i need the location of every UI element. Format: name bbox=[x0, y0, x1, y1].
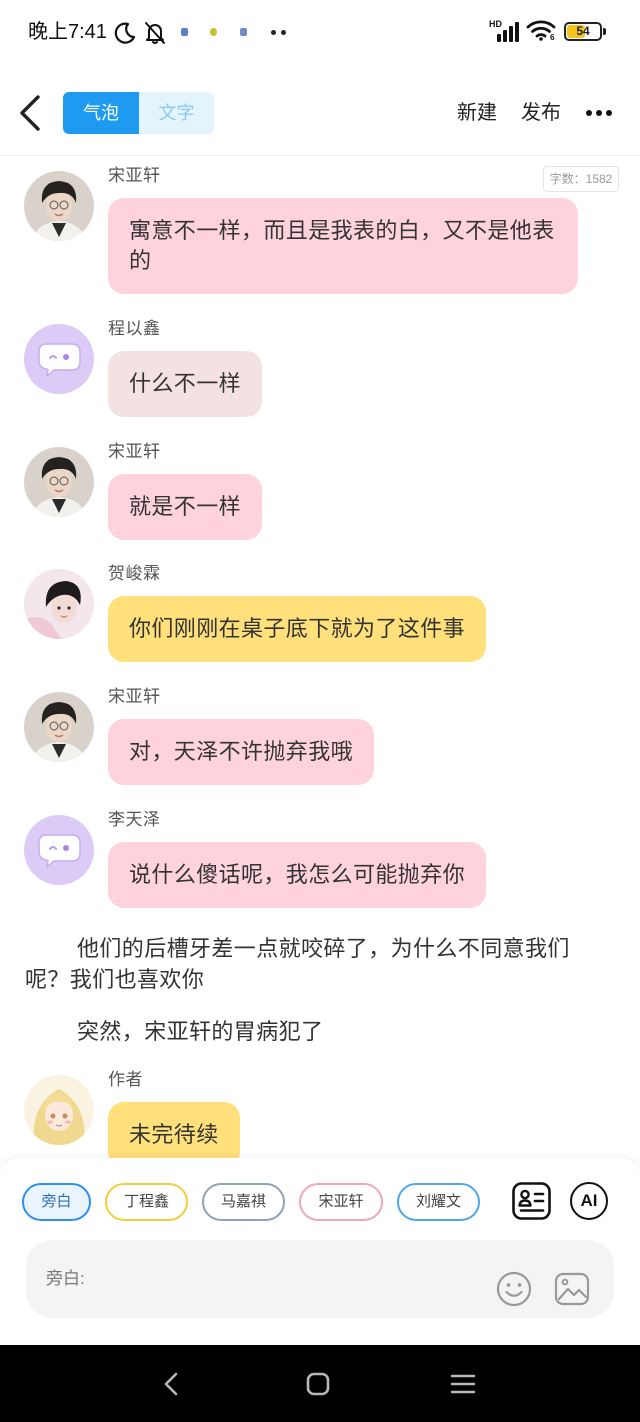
message-bubble[interactable]: 什么不一样 bbox=[108, 351, 263, 417]
message-bubble[interactable]: 你们刚刚在桌子底下就为了这件事 bbox=[108, 596, 487, 662]
chat-message: 贺峻霖 你们刚刚在桌子底下就为了这件事 bbox=[0, 563, 640, 662]
battery-tip bbox=[603, 28, 606, 35]
chat-message: 宋亚轩 就是不一样 bbox=[0, 441, 640, 540]
chat-message: 李天泽 说什么傻话呢，我怎么可能抛弃你 bbox=[0, 809, 640, 908]
chat-message: 宋亚轩 寓意不一样，而且是我表的白，又不是他表的 bbox=[0, 165, 640, 294]
sender-name: 宋亚轩 bbox=[108, 166, 161, 185]
sender-name: 贺峻霖 bbox=[108, 564, 161, 583]
avatar[interactable] bbox=[24, 815, 94, 885]
chat-message: 宋亚轩 对，天泽不许抛弃我哦 bbox=[0, 686, 640, 785]
avatar[interactable] bbox=[24, 324, 94, 394]
message-bubble[interactable]: 对，天泽不许抛弃我哦 bbox=[108, 719, 375, 785]
character-card-icon[interactable] bbox=[512, 1182, 551, 1220]
sender-name: 程以鑫 bbox=[108, 319, 161, 338]
system-nav-bar bbox=[0, 1345, 640, 1422]
bell-off-icon bbox=[142, 19, 168, 45]
back-icon[interactable] bbox=[157, 1369, 187, 1399]
emoji-icon[interactable] bbox=[496, 1271, 532, 1307]
avatar[interactable] bbox=[24, 447, 94, 517]
chat-message: 作者 未完待续 bbox=[0, 1069, 640, 1168]
character-chip[interactable]: 丁程鑫 bbox=[105, 1183, 188, 1221]
narration-text[interactable]: 突然，宋亚轩的胃病犯了 bbox=[25, 1016, 577, 1047]
sender-name: 宋亚轩 bbox=[108, 442, 161, 461]
sender-name: 宋亚轩 bbox=[108, 687, 161, 706]
tab-bubble[interactable]: 气泡 bbox=[63, 92, 139, 134]
wifi-label: 6 bbox=[550, 33, 555, 42]
header-divider bbox=[0, 155, 640, 156]
ai-button[interactable]: AI bbox=[570, 1182, 608, 1220]
moon-icon bbox=[113, 20, 137, 44]
composer-panel: 旁白 丁程鑫 马嘉祺 宋亚轩 刘耀文 AI bbox=[0, 1158, 640, 1345]
tab-text[interactable]: 文字 bbox=[139, 92, 214, 134]
message-input[interactable] bbox=[46, 1240, 486, 1318]
new-button[interactable]: 新建 bbox=[457, 100, 497, 126]
notification-icon bbox=[181, 28, 188, 36]
sender-name: 作者 bbox=[108, 1070, 143, 1089]
notification-icon bbox=[240, 28, 247, 36]
status-time: 晚上7:41 bbox=[28, 21, 107, 43]
character-chips: 旁白 丁程鑫 马嘉祺 宋亚轩 刘耀文 bbox=[22, 1183, 480, 1221]
avatar[interactable] bbox=[24, 692, 94, 762]
character-chip[interactable]: 宋亚轩 bbox=[299, 1183, 383, 1221]
back-button[interactable] bbox=[14, 94, 50, 132]
menu-icon[interactable] bbox=[448, 1369, 478, 1399]
avatar[interactable] bbox=[24, 171, 94, 241]
sender-name: 李天泽 bbox=[108, 810, 161, 829]
battery-label: 54 bbox=[576, 24, 590, 38]
image-icon[interactable] bbox=[554, 1271, 590, 1307]
view-mode-toggle: 气泡 文字 bbox=[63, 92, 214, 134]
message-bubble[interactable]: 说什么傻话呢，我怎么可能抛弃你 bbox=[108, 842, 487, 908]
home-icon[interactable] bbox=[303, 1369, 333, 1399]
avatar[interactable] bbox=[24, 569, 94, 639]
chat-message: 程以鑫 什么不一样 bbox=[0, 318, 640, 417]
avatar[interactable] bbox=[24, 1075, 94, 1145]
word-count-badge: 字数：1582 bbox=[543, 166, 619, 192]
battery-icon: 54 bbox=[564, 22, 602, 41]
chevron-left-icon bbox=[20, 95, 40, 131]
narration-text[interactable]: 他们的后槽牙差一点就咬碎了，为什么不同意我们呢？我们也喜欢你 bbox=[25, 933, 577, 995]
message-input-box bbox=[26, 1240, 614, 1318]
message-bubble[interactable]: 寓意不一样，而且是我表的白，又不是他表的 bbox=[108, 198, 578, 294]
message-bubble[interactable]: 就是不一样 bbox=[108, 474, 263, 540]
signal-icon bbox=[497, 21, 521, 42]
more-horizontal-icon[interactable] bbox=[586, 104, 612, 122]
character-chip[interactable]: 刘耀文 bbox=[397, 1183, 480, 1221]
notification-icon bbox=[210, 28, 217, 36]
character-chip[interactable]: 旁白 bbox=[22, 1183, 91, 1221]
publish-button[interactable]: 发布 bbox=[521, 100, 561, 126]
character-chip[interactable]: 马嘉祺 bbox=[202, 1183, 285, 1221]
